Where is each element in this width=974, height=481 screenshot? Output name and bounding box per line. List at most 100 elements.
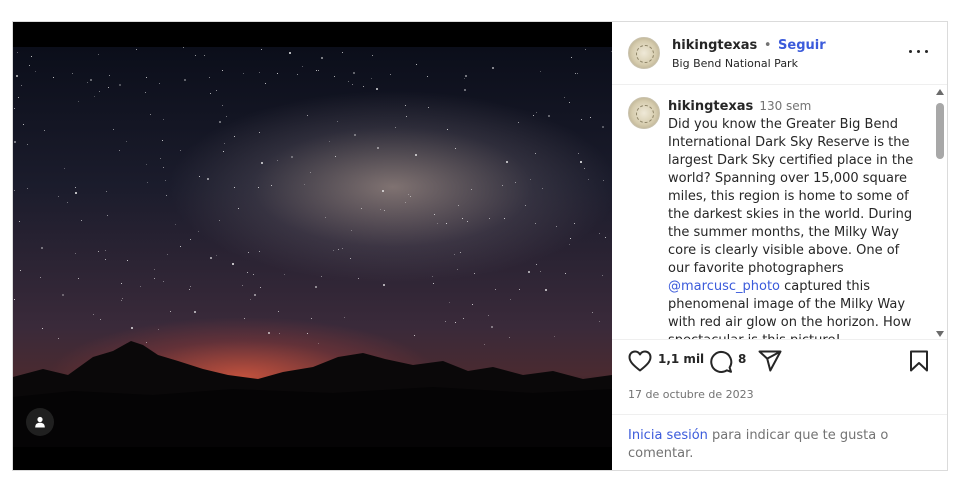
star [291,156,293,158]
mountain-silhouette [13,341,612,447]
star [219,121,221,123]
star [170,311,171,312]
star [565,273,566,274]
post-date[interactable]: 17 de octubre de 2023 [628,388,754,401]
star [209,77,210,78]
star [318,70,319,71]
star [358,278,359,279]
star [258,187,259,188]
scroll-up-arrow-icon[interactable] [936,89,944,95]
star [348,81,349,82]
star [31,56,32,57]
star [175,224,176,225]
star [154,269,155,270]
star [194,311,196,313]
star [99,91,100,92]
comment-count[interactable]: 8 [738,352,746,366]
star [338,249,339,250]
star [121,283,122,284]
star [18,97,19,98]
star [321,276,322,277]
star [585,49,586,50]
user-tag-button[interactable] [26,408,54,436]
star [335,156,336,157]
star [136,49,137,50]
more-options-icon[interactable] [909,46,929,58]
star [581,119,582,120]
star [315,286,317,288]
star [163,119,164,120]
star [506,161,508,163]
star [302,66,303,67]
star [121,300,122,301]
location-link[interactable]: Big Bend National Park [672,57,798,70]
star [602,126,604,128]
star [454,254,455,255]
star [146,164,147,165]
bookmark-icon[interactable] [909,350,929,372]
scrollbar[interactable] [933,87,945,337]
star [259,72,260,73]
star [449,302,450,303]
star [489,218,490,219]
star [248,252,249,253]
login-prompt-text: Inicia sesión para indicar que te gusta … [628,427,928,463]
avatar[interactable] [628,37,660,69]
comment-icon[interactable] [709,350,733,374]
star [304,184,305,185]
star [108,87,109,88]
login-link[interactable]: Inicia sesión [628,428,708,443]
caption-timestamp[interactable]: 130 sem [759,99,811,113]
star [342,52,343,53]
star [361,208,362,209]
star [462,218,463,219]
star [199,176,200,177]
star [254,294,256,296]
star [284,274,285,275]
star [238,208,239,209]
star [150,114,151,115]
star [580,161,582,163]
like-count[interactable]: 1,1 mil [658,352,704,366]
star [570,238,571,239]
star [592,312,593,313]
star [17,52,18,53]
star [530,179,531,180]
star [464,89,466,91]
star [405,202,406,203]
mention-link[interactable]: @marcusc_photo [668,279,780,294]
action-bar: 1,1 mil 8 [612,340,947,380]
scroll-down-arrow-icon[interactable] [936,331,944,337]
star [58,196,59,197]
caption-avatar[interactable] [628,97,660,129]
star [106,191,107,192]
star [277,160,278,161]
post-photo[interactable] [13,47,612,447]
star [351,230,352,231]
follow-button[interactable]: Seguir [778,38,826,53]
star [488,315,489,316]
caption-username[interactable]: hikingtexas [668,99,753,114]
star [216,90,217,91]
star [433,283,434,284]
star [510,299,511,300]
header-username[interactable]: hikingtexas [672,38,757,53]
star [222,105,223,106]
heart-icon[interactable] [628,350,652,372]
star [467,221,468,222]
star [337,121,338,122]
star [384,210,385,211]
send-icon[interactable] [758,350,782,372]
star [140,286,141,287]
star [98,251,99,252]
star [353,72,355,74]
star [354,134,356,136]
star [207,178,209,180]
star [518,122,519,123]
star [540,71,541,72]
caption-area: hikingtexas 130 sem Did you know the Grea… [612,85,947,340]
person-icon [35,416,45,428]
star [23,124,24,125]
post-media[interactable] [13,22,612,470]
scrollbar-thumb[interactable] [936,103,944,159]
